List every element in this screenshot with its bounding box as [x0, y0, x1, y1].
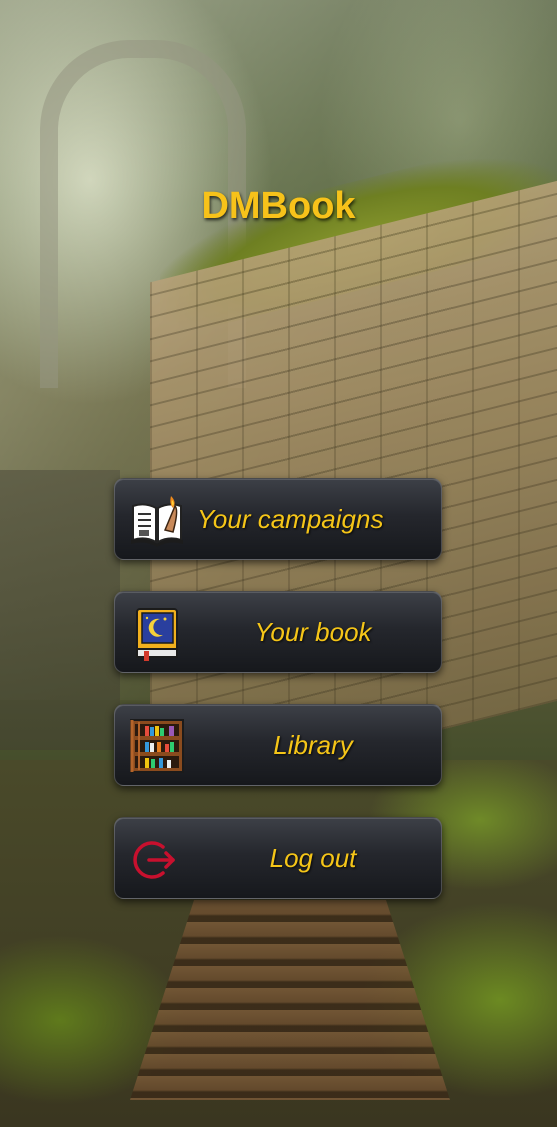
your-campaigns-label: Your campaigns [197, 503, 384, 534]
your-book-label: Your book [254, 616, 372, 647]
logout-icon [129, 831, 185, 887]
logout-button[interactable]: Log out [114, 817, 442, 899]
your-book-button[interactable]: Your book [114, 591, 442, 673]
home-screen: DMBook Your campaigns Your book Library … [0, 0, 557, 1127]
library-button[interactable]: Library [114, 704, 442, 786]
logout-label: Log out [269, 842, 357, 873]
bookshelf-icon [129, 718, 185, 774]
library-label: Library [273, 729, 353, 760]
your-campaigns-button[interactable]: Your campaigns [114, 478, 442, 560]
moon-book-icon [129, 605, 185, 661]
background-left-ruin [0, 470, 120, 750]
main-menu: Your campaigns Your book Library Log out [114, 478, 442, 930]
app-title: DMBook [201, 185, 356, 227]
open-book-quill-icon [129, 492, 185, 548]
